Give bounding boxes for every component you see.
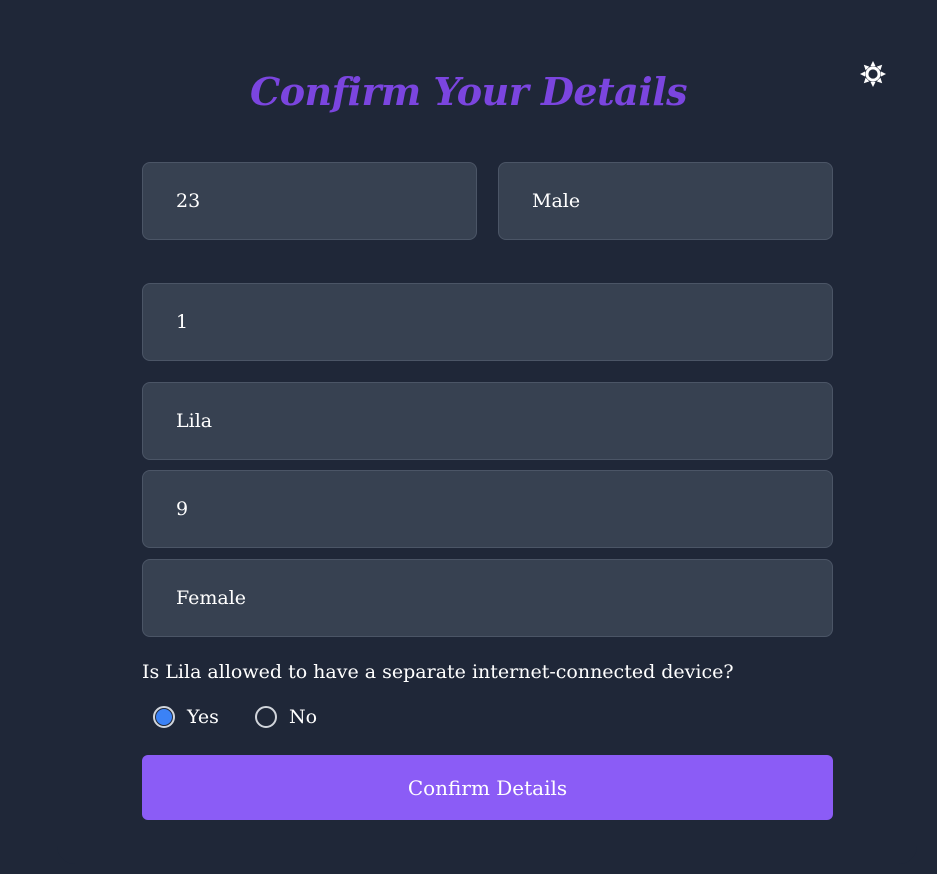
child-age-field[interactable]: 9 bbox=[142, 470, 833, 548]
children-count-field[interactable]: 1 bbox=[142, 283, 833, 361]
radio-yes-circle[interactable] bbox=[153, 706, 175, 728]
radio-no[interactable]: No bbox=[255, 701, 317, 733]
radio-yes-label: Yes bbox=[187, 706, 219, 728]
child-name-field[interactable]: Lila bbox=[142, 382, 833, 460]
age-field[interactable]: 23 bbox=[142, 162, 477, 240]
page-title: Confirm Your Details bbox=[249, 69, 688, 114]
gender-field[interactable]: Male bbox=[498, 162, 833, 240]
radio-no-label: No bbox=[289, 706, 318, 728]
confirm-details-button[interactable]: Confirm Details bbox=[142, 755, 833, 820]
radio-selected-dot bbox=[156, 709, 172, 725]
device-question: Is Lila allowed to have a separate inter… bbox=[142, 661, 734, 683]
radio-yes[interactable]: Yes bbox=[153, 701, 219, 733]
child-gender-field[interactable]: Female bbox=[142, 559, 833, 637]
radio-no-circle[interactable] bbox=[255, 706, 277, 728]
